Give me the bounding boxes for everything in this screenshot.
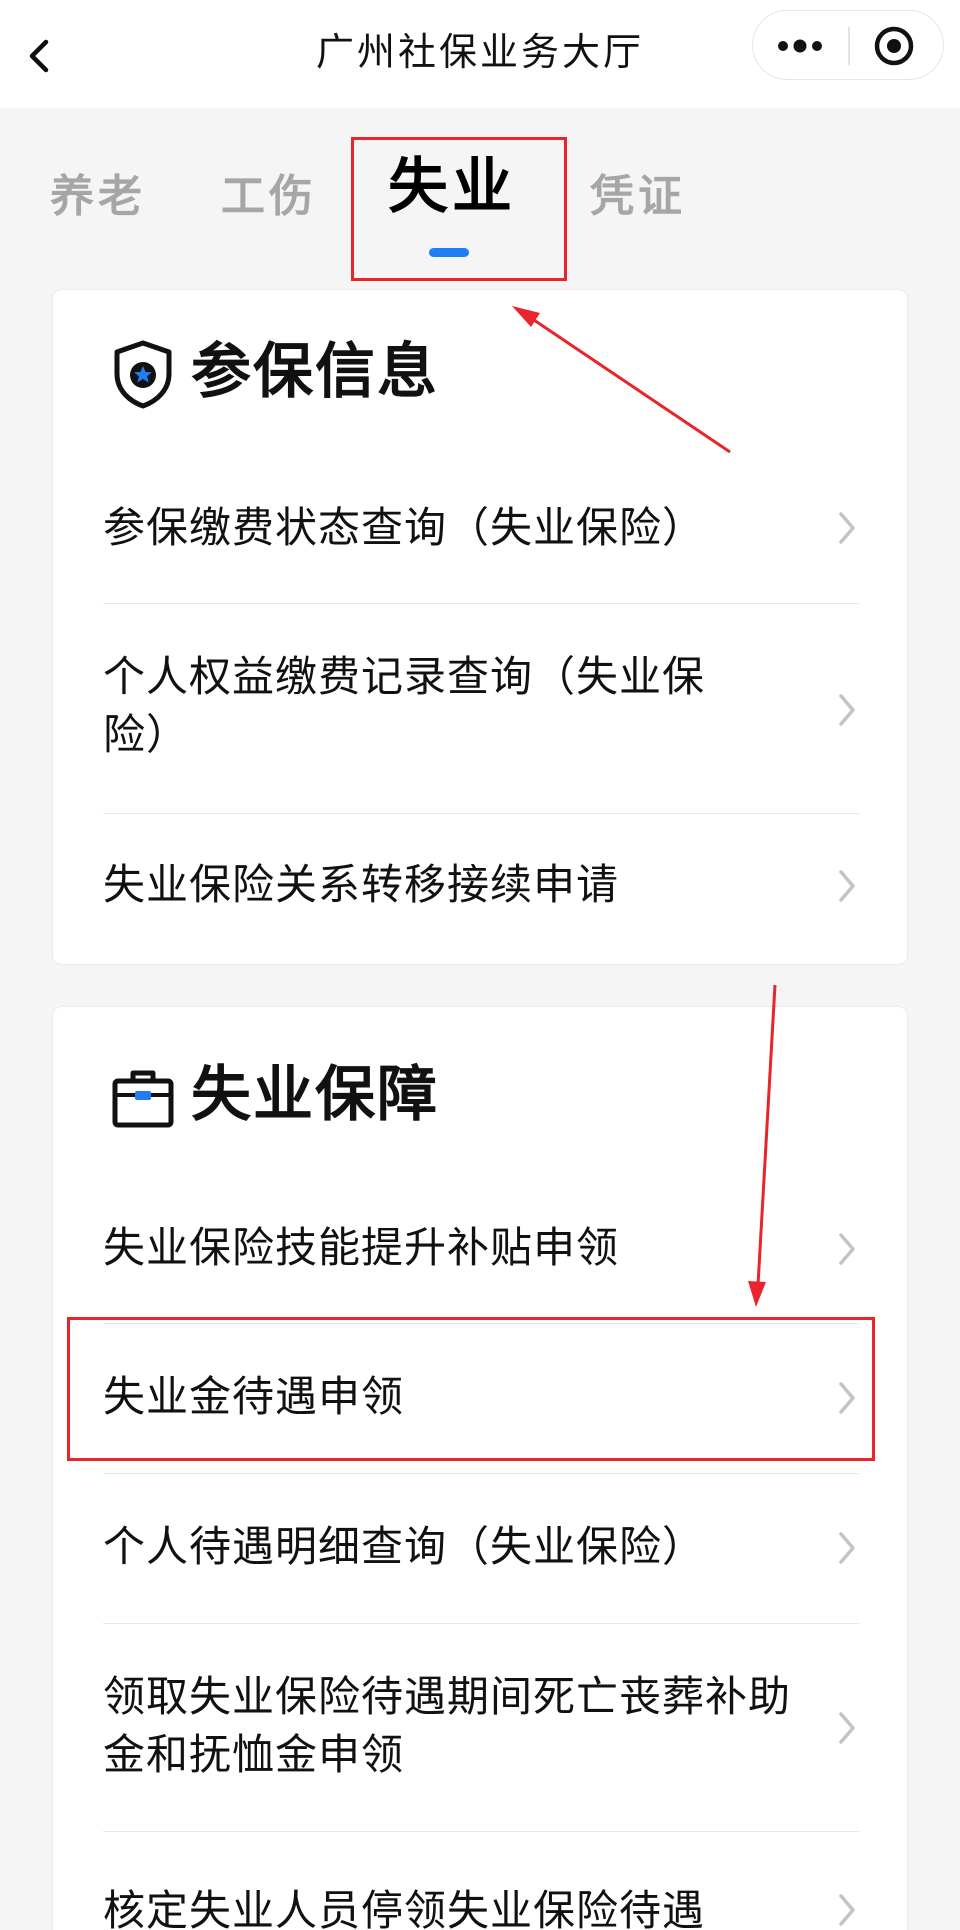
- page: 广州社保业务大厅 养老 工伤 失业 凭证 参保信息 参保缴费状态查询（失业保险）…: [0, 0, 960, 1930]
- chevron-right-icon: [839, 512, 855, 544]
- list-item-label: 失业保险关系转移接续申请: [103, 860, 620, 909]
- list-item-label: 核定失业人员停领失业保险待遇: [103, 1886, 706, 1930]
- chevron-right-icon: [839, 1712, 855, 1744]
- list-item-label: 参保缴费状态查询（失业保险）: [103, 503, 706, 552]
- annotation-highlight-item: [67, 1317, 875, 1461]
- chevron-right-icon: [839, 694, 855, 726]
- section-card-insurance-info: 参保信息 参保缴费状态查询（失业保险） 个人权益缴费记录查询（失业保险） 失业保…: [52, 289, 908, 965]
- section-title: 参保信息: [191, 337, 439, 407]
- close-miniprogram-icon[interactable]: [871, 23, 917, 69]
- chevron-right-icon: [839, 1532, 855, 1564]
- chevron-right-icon: [839, 1894, 855, 1926]
- list-item-contribution-status[interactable]: 参保缴费状态查询（失业保险）: [103, 452, 859, 604]
- list-item-label: 领取失业保险待遇期间死亡丧葬补助金和抚恤金申领: [103, 1672, 792, 1779]
- tab-pension[interactable]: 养老: [50, 162, 146, 232]
- list-item-relation-transfer[interactable]: 失业保险关系转移接续申请: [103, 814, 859, 964]
- section-card-unemployment-benefits: 失业保障 失业保险技能提升补贴申领 失业金待遇申领 个人待遇明细查询（失业保险）…: [52, 1006, 908, 1930]
- annotation-highlight-tab: [351, 137, 567, 281]
- list-item-label: 个人权益缴费记录查询（失业保险）: [103, 652, 706, 759]
- tab-work-injury[interactable]: 工伤: [221, 162, 317, 232]
- more-icon[interactable]: [769, 25, 833, 67]
- mini-program-capsule: [752, 10, 944, 80]
- tab-certificate[interactable]: 凭证: [590, 162, 686, 232]
- list-item-contribution-record[interactable]: 个人权益缴费记录查询（失业保险）: [103, 604, 859, 814]
- list-item-skill-subsidy[interactable]: 失业保险技能提升补贴申领: [103, 1175, 859, 1324]
- list-item-stop-benefit-verification[interactable]: 核定失业人员停领失业保险待遇: [103, 1832, 859, 1930]
- list-item-label: 个人待遇明细查询（失业保险）: [103, 1522, 706, 1571]
- briefcase-icon: [112, 1070, 174, 1128]
- chevron-right-icon: [839, 1233, 855, 1265]
- list-item-benefit-details[interactable]: 个人待遇明细查询（失业保险）: [103, 1474, 859, 1624]
- list-item-funeral-pension-claim[interactable]: 领取失业保险待遇期间死亡丧葬补助金和抚恤金申领: [103, 1624, 859, 1832]
- section-title: 失业保障: [191, 1060, 439, 1130]
- chevron-right-icon: [839, 870, 855, 902]
- back-icon[interactable]: [14, 30, 66, 82]
- nav-bar: 广州社保业务大厅: [0, 0, 960, 108]
- list-item-label: 失业保险技能提升补贴申领: [103, 1223, 620, 1272]
- shield-star-icon: [114, 340, 172, 409]
- capsule-divider: [848, 27, 850, 65]
